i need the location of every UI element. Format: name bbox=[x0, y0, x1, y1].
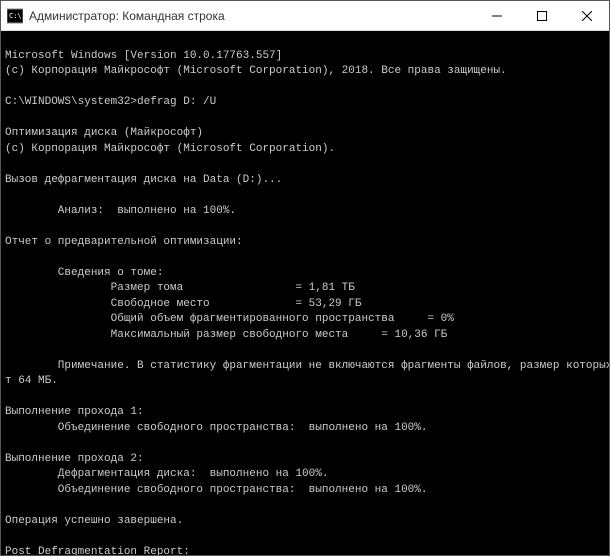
maximize-button[interactable] bbox=[519, 1, 564, 30]
console-line: Выполнение прохода 2: bbox=[5, 453, 144, 465]
console-line: (c) Корпорация Майкрософт (Microsoft Cor… bbox=[5, 65, 507, 77]
console-line: т 64 МБ. bbox=[5, 375, 58, 387]
console-line: Выполнение прохода 1: bbox=[5, 406, 144, 418]
console-line: Сведения о томе: bbox=[5, 267, 163, 279]
console-line: Анализ: выполнено на 100%. bbox=[5, 205, 236, 217]
window-controls bbox=[474, 1, 609, 30]
console-line: Post Defragmentation Report: bbox=[5, 546, 190, 556]
cmd-icon: C:\ bbox=[7, 8, 23, 24]
titlebar[interactable]: C:\ Администратор: Командная строка bbox=[1, 1, 609, 31]
console-line: Общий объем фрагментированного пространс… bbox=[5, 313, 454, 325]
console-line: Свободное место = 53,29 ГБ bbox=[5, 298, 361, 310]
svg-text:C:\: C:\ bbox=[9, 12, 22, 20]
command: defrag D: /U bbox=[137, 95, 216, 111]
close-button[interactable] bbox=[564, 1, 609, 30]
console-line: Дефрагментация диска: выполнено на 100%. bbox=[5, 468, 328, 480]
window-title: Администратор: Командная строка bbox=[29, 9, 474, 23]
console-line: Объединение свободного пространства: вып… bbox=[5, 422, 427, 434]
console-line: Вызов дефрагментация диска на Data (D:).… bbox=[5, 174, 282, 186]
minimize-button[interactable] bbox=[474, 1, 519, 30]
console-line: Отчет о предварительной оптимизации: bbox=[5, 236, 243, 248]
console-line: Размер тома = 1,81 ТБ bbox=[5, 282, 355, 294]
console-line: Объединение свободного пространства: вып… bbox=[5, 484, 427, 496]
console-line: (c) Корпорация Майкрософт (Microsoft Cor… bbox=[5, 143, 335, 155]
prompt: C:\WINDOWS\system32> bbox=[5, 95, 137, 111]
console-line: Операция успешно завершена. bbox=[5, 515, 183, 527]
console-line: Microsoft Windows [Version 10.0.17763.55… bbox=[5, 50, 282, 62]
console-output[interactable]: Microsoft Windows [Version 10.0.17763.55… bbox=[1, 31, 609, 555]
console-line: Оптимизация диска (Майкрософт) bbox=[5, 127, 203, 139]
console-line: Примечание. В статистику фрагментации не… bbox=[5, 360, 609, 372]
console-line: Максимальный размер свободного места = 1… bbox=[5, 329, 447, 341]
window: C:\ Администратор: Командная строка Micr… bbox=[0, 0, 610, 556]
